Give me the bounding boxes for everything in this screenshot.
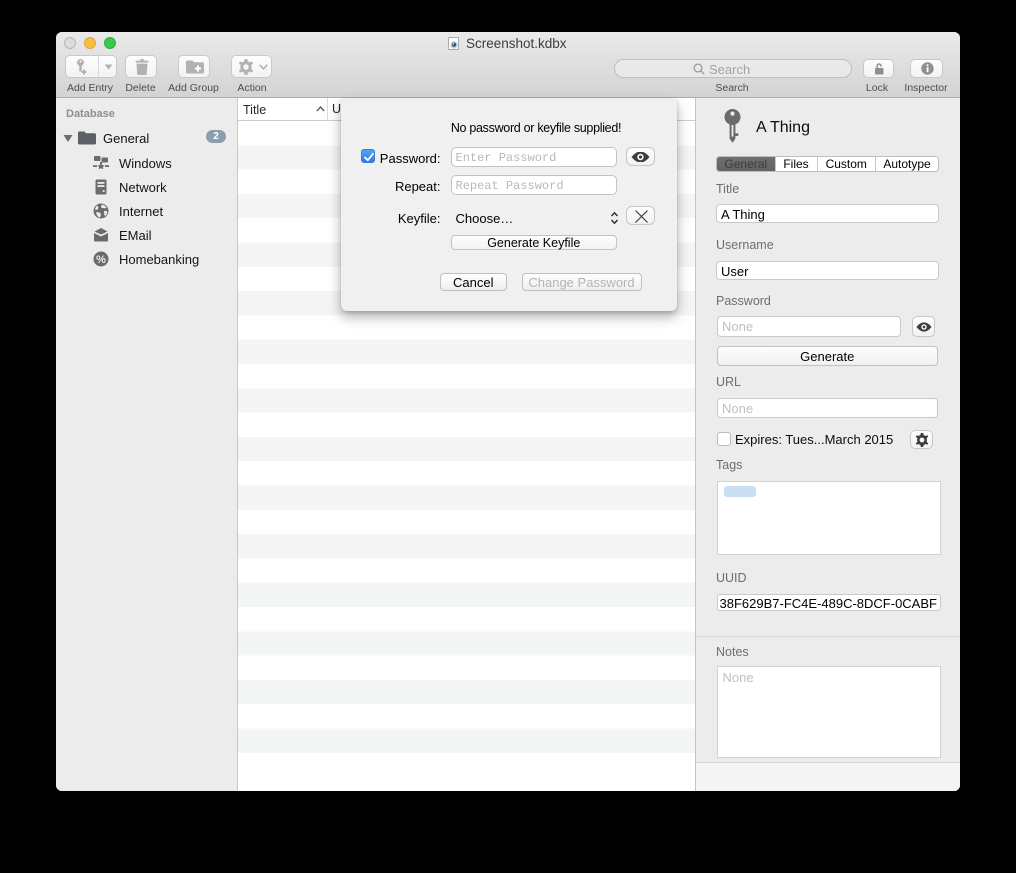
svg-text:%: % xyxy=(96,253,106,265)
